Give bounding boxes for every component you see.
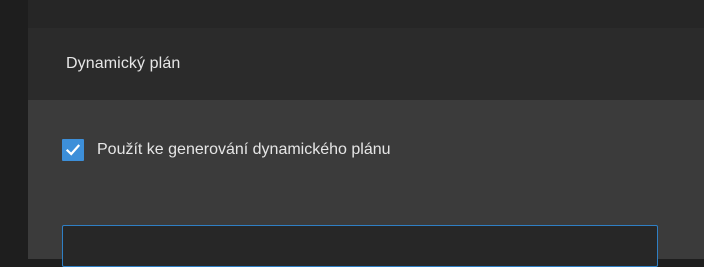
dynamic-plan-input[interactable] xyxy=(62,225,658,267)
top-strip xyxy=(28,0,704,28)
use-dynamic-plan-checkbox[interactable] xyxy=(62,139,84,161)
use-dynamic-plan-option[interactable]: Použít ke generování dynamického plánu xyxy=(62,139,391,161)
checkmark-icon xyxy=(65,144,81,156)
panel-body: Použít ke generování dynamického plánu xyxy=(28,100,704,267)
app-frame: Dynamický plán Použít ke generování dyna… xyxy=(0,0,704,267)
use-dynamic-plan-label[interactable]: Použít ke generování dynamického plánu xyxy=(97,141,391,159)
section-title: Dynamický plán xyxy=(66,55,181,72)
dynamic-plan-panel: Dynamický plán Použít ke generování dyna… xyxy=(28,28,704,267)
panel-header: Dynamický plán xyxy=(28,28,704,100)
